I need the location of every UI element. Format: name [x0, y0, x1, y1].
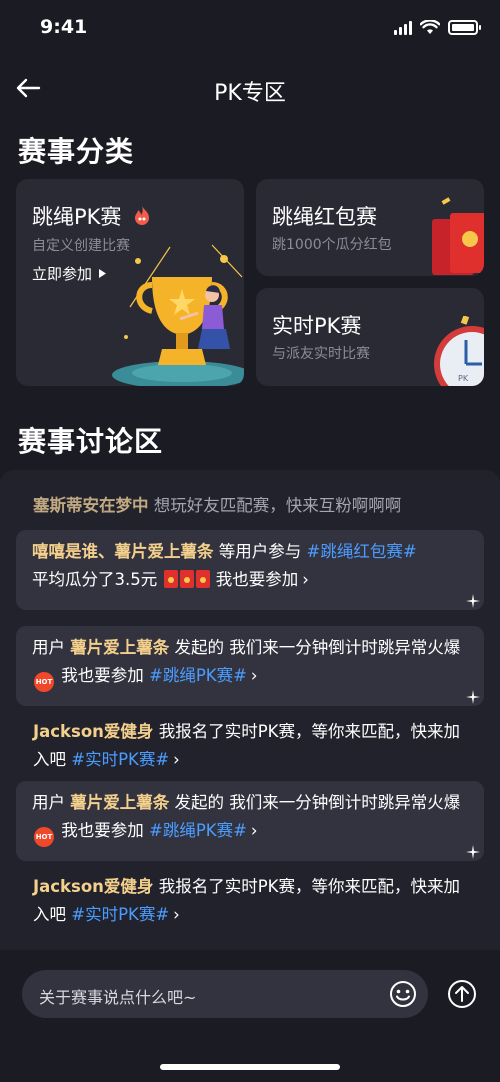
pk-match-card[interactable]: 跳绳PK赛 自定义创建比赛 立即参加 [16, 179, 244, 386]
topic-tag[interactable]: #实时PK赛# [71, 905, 169, 924]
feed-text: 发起的 我们来一分钟倒计时跳异常火爆 [174, 793, 461, 812]
trophy-illustration [112, 244, 244, 386]
feed-text: 平均瓜分了3.5元 [32, 570, 158, 589]
discussion-heading: 赛事讨论区 [18, 425, 164, 458]
status-icons [394, 20, 481, 35]
play-triangle-icon [99, 269, 107, 278]
nav-bar: PK专区 [0, 60, 500, 116]
feed-prefix: 用户 [32, 638, 65, 657]
comment-placeholder: 关于赛事说点什么吧~ [39, 988, 197, 1007]
realtime-card-title: 实时PK赛 [272, 314, 362, 338]
join-now-label: 立即参加 [32, 265, 93, 283]
category-heading: 赛事分类 [18, 135, 135, 168]
join-action[interactable]: 我也要参加 [61, 821, 144, 840]
feed-text: 发起的 我们来一分钟倒计时跳异常火爆 [174, 638, 461, 657]
chevron-right-icon: › [173, 905, 180, 924]
status-bar: 9:41 [0, 0, 500, 56]
feed-user-name[interactable]: 塞斯蒂安在梦中 [33, 496, 149, 515]
clock-illustration: PK [432, 316, 484, 386]
feed-user-name[interactable]: Jackson爱健身 [33, 877, 153, 896]
sparkle-icon [466, 594, 480, 608]
feed-prefix: 用户 [32, 793, 65, 812]
feed-message-box[interactable]: 嘻嘻是谁、薯片爱上薯条 等用户参与 #跳绳红包赛# 平均瓜分了3.5元 我也要参… [16, 530, 484, 610]
fire-icon [135, 206, 150, 225]
chevron-right-icon: › [250, 666, 258, 685]
discussion-feed[interactable]: 塞斯蒂安在梦中 想玩好友匹配赛，快来互粉啊啊啊 嘻嘻是谁、薯片爱上薯条 等用户参… [0, 470, 500, 950]
topic-tag[interactable]: #跳绳红包赛# [307, 542, 417, 561]
feed-text: 想玩好友匹配赛，快来互粉啊啊啊 [153, 496, 402, 515]
hot-badge-icon: HOT [34, 672, 54, 692]
red-packet-card-title: 跳绳红包赛 [272, 205, 377, 229]
cellular-signal-icon [394, 20, 412, 35]
topic-tag[interactable]: #跳绳PK赛# [149, 666, 247, 685]
red-envelope-icon [195, 570, 210, 588]
red-packet-match-card[interactable]: 跳绳红包赛 跳1000个瓜分红包 [256, 179, 484, 276]
realtime-pk-match-card[interactable]: 实时PK赛 与派友实时比赛 PK [256, 288, 484, 386]
feed-message-box[interactable]: 用户 薯片爱上薯条 发起的 我们来一分钟倒计时跳异常火爆 HOT 我也要参加 #… [16, 781, 484, 861]
feed-text: 等用户参与 [218, 542, 302, 561]
send-arrow-icon[interactable] [446, 978, 478, 1010]
chevron-right-icon: › [302, 570, 309, 589]
feed-message: Jackson爱健身 我报名了实时PK赛，等你来匹配，快来加入吧 #实时PK赛#… [33, 873, 473, 929]
hot-badge-icon: HOT [34, 827, 54, 847]
feed-user-name[interactable]: 薯片爱上薯条 [70, 793, 169, 812]
feed-message: Jackson爱健身 我报名了实时PK赛，等你来匹配，快来加入吧 #实时PK赛#… [33, 718, 473, 774]
topic-tag[interactable]: #跳绳PK赛# [149, 821, 247, 840]
comment-input[interactable]: 关于赛事说点什么吧~ [22, 970, 428, 1018]
feed-message: 塞斯蒂安在梦中 想玩好友匹配赛，快来互粉啊啊啊 [33, 493, 473, 518]
join-action[interactable]: 我也要参加 [216, 570, 299, 589]
feed-message-box[interactable]: 用户 薯片爱上薯条 发起的 我们来一分钟倒计时跳异常火爆 HOT 我也要参加 #… [16, 626, 484, 706]
clock-label: PK [458, 374, 469, 383]
status-time: 9:41 [40, 16, 88, 38]
chevron-right-icon: › [173, 750, 180, 769]
sparkle-icon [466, 690, 480, 704]
pk-card-title: 跳绳PK赛 [32, 201, 152, 231]
red-envelope-icon [179, 570, 194, 588]
sparkle-icon [466, 845, 480, 859]
topic-tag[interactable]: #实时PK赛# [71, 750, 169, 769]
red-packet-card-subtitle: 跳1000个瓜分红包 [272, 237, 392, 253]
realtime-card-subtitle: 与派友实时比赛 [272, 346, 370, 362]
join-action[interactable]: 我也要参加 [61, 666, 144, 685]
emoji-icon[interactable] [388, 979, 418, 1009]
feed-user-name[interactable]: 薯片爱上薯条 [70, 638, 169, 657]
battery-icon [448, 20, 481, 35]
feed-user-name[interactable]: Jackson爱健身 [33, 722, 153, 741]
comment-bar: 关于赛事说点什么吧~ [0, 950, 500, 1082]
chevron-right-icon: › [250, 821, 258, 840]
home-indicator [160, 1064, 340, 1070]
feed-user-name[interactable]: 嘻嘻是谁、薯片爱上薯条 [32, 542, 214, 561]
red-envelope-icon [163, 570, 178, 588]
wifi-icon [420, 20, 440, 34]
red-envelope-illustration [432, 197, 484, 275]
page-title: PK专区 [214, 81, 286, 106]
join-now-link[interactable]: 立即参加 [32, 263, 107, 284]
